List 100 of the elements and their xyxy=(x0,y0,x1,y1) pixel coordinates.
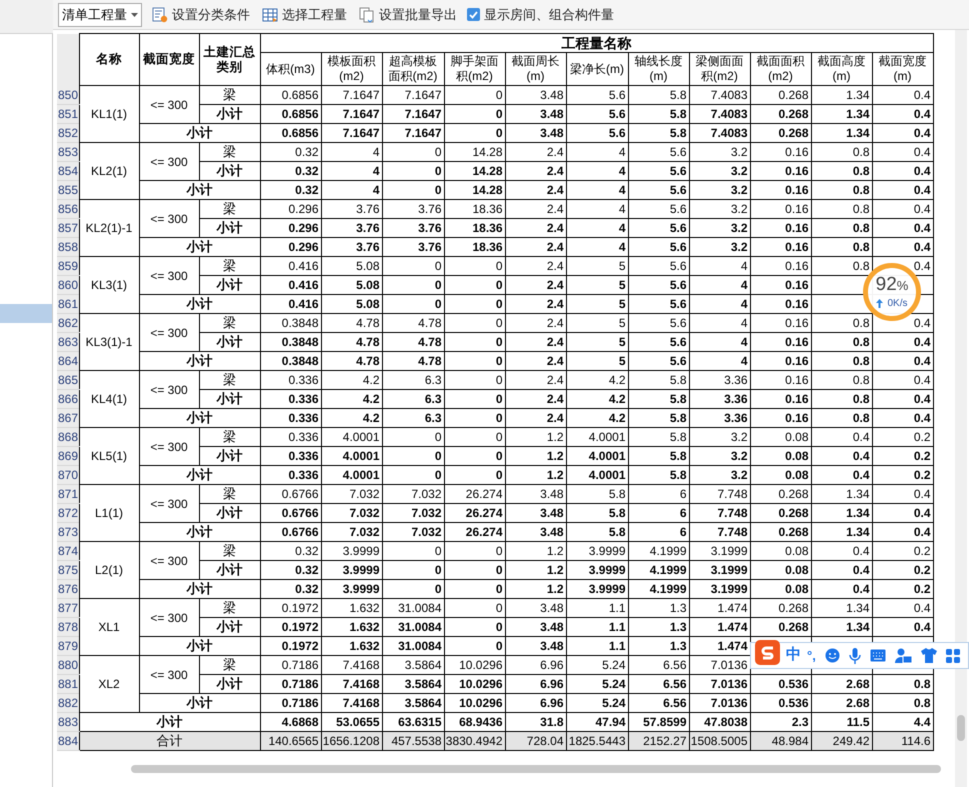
column-header[interactable]: 梁净长(m) xyxy=(566,52,628,86)
row-number: 857 xyxy=(57,218,79,238)
column-header[interactable]: 截面宽度 xyxy=(139,34,199,86)
table-cell: 0 xyxy=(444,390,505,408)
row-number: 861 xyxy=(57,294,79,314)
table-cell: 7.4168 xyxy=(321,656,382,674)
table-cell: 0 xyxy=(444,124,505,142)
column-header[interactable]: 截面高度(m) xyxy=(811,52,872,86)
table-cell: 26.274 xyxy=(444,522,505,542)
table-cell: 2152.27 xyxy=(628,732,689,750)
table-cell: 4 xyxy=(689,256,750,276)
column-header[interactable]: 脚手架面积(m2) xyxy=(444,52,505,86)
table-cell: 26.274 xyxy=(444,484,505,504)
table-cell: 0.8 xyxy=(811,200,872,218)
table-cell: 1.2 xyxy=(505,466,566,484)
user-card-icon[interactable] xyxy=(894,648,912,664)
table-cell: 3.36 xyxy=(689,408,750,428)
table-cell: 0.268 xyxy=(750,618,811,636)
table-cell: 小计 xyxy=(199,618,260,636)
checkbox[interactable] xyxy=(467,8,480,21)
toolbar-button[interactable]: 设置批量导出 xyxy=(357,2,459,26)
table-cell: 4 xyxy=(566,142,628,162)
table-cell: 2.4 xyxy=(505,218,566,238)
table-cell: 0 xyxy=(444,352,505,370)
table-cell: 0.16 xyxy=(750,332,811,352)
column-header[interactable]: 超高模板面积(m2) xyxy=(382,52,444,86)
table-cell: 1.34 xyxy=(811,124,872,142)
dropdown[interactable]: 清单工程量 xyxy=(58,2,142,26)
table-cell: 7.748 xyxy=(689,484,750,504)
table-cell: 0 xyxy=(444,276,505,294)
table-cell: 5.8 xyxy=(628,390,689,408)
microphone-icon[interactable] xyxy=(848,648,861,664)
table-cell: 0.4 xyxy=(872,408,933,428)
row-number: 863 xyxy=(57,332,79,352)
shirt-icon[interactable] xyxy=(920,648,937,663)
table-cell: 小计 xyxy=(199,162,260,180)
column-header[interactable]: 梁侧面面积(m2) xyxy=(689,52,750,86)
table-cell: 0.32 xyxy=(260,580,321,598)
row-number: 869 xyxy=(57,446,79,466)
table-cell: 0.16 xyxy=(750,200,811,218)
ime-logo[interactable] xyxy=(755,640,780,665)
table-cell: 3.2 xyxy=(689,238,750,256)
horizontal-scrollbar[interactable] xyxy=(131,765,941,773)
row-number: 868 xyxy=(57,428,79,446)
table-cell: 1.3 xyxy=(628,598,689,618)
table-cell: 3.2 xyxy=(689,466,750,484)
column-header[interactable]: 截面宽度(m) xyxy=(872,52,933,86)
column-header[interactable]: 截面面积(m2) xyxy=(750,52,811,86)
table-cell: 0 xyxy=(444,598,505,618)
table-cell: 小计 xyxy=(199,504,260,522)
table-cell: 0.4 xyxy=(872,86,933,104)
table-cell: 0 xyxy=(444,104,505,124)
grid-icon[interactable] xyxy=(946,648,960,662)
table-cell: 0.4 xyxy=(811,580,872,598)
table-cell: 3.2 xyxy=(689,200,750,218)
table-cell: 457.5538 xyxy=(382,732,444,750)
vertical-scrollbar[interactable] xyxy=(955,30,967,787)
column-header[interactable]: 轴线长度(m) xyxy=(628,52,689,86)
table-cell: 1.1 xyxy=(566,636,628,656)
column-header[interactable]: 工程量名称 xyxy=(260,34,933,52)
table-cell: 0.336 xyxy=(260,408,321,428)
table-cell: 14.28 xyxy=(444,162,505,180)
table-cell: 小计 xyxy=(139,180,260,200)
column-header[interactable]: 截面周长(m) xyxy=(505,52,566,86)
row-number: 874 xyxy=(57,542,79,560)
table-cell: 3.76 xyxy=(321,218,382,238)
toolbar-button[interactable]: 设置分类条件 xyxy=(150,2,252,26)
table-cell: 4 xyxy=(566,200,628,218)
table-cell: 3.76 xyxy=(321,200,382,218)
punctuation-button[interactable]: °, xyxy=(807,646,816,666)
table-cell: 2.4 xyxy=(505,408,566,428)
table-cell: 0.32 xyxy=(260,180,321,200)
table-cell: 3.48 xyxy=(505,636,566,656)
column-header[interactable]: 体积(m3) xyxy=(260,52,321,86)
table-cell: 0.4 xyxy=(872,370,933,390)
emoji-icon[interactable] xyxy=(824,648,840,663)
table-cell: 梁 xyxy=(199,256,260,276)
table-cell: 5.08 xyxy=(321,294,382,314)
scroll-thumb[interactable] xyxy=(957,715,965,741)
column-header[interactable]: 名称 xyxy=(79,34,139,86)
table-cell: 4.78 xyxy=(382,352,444,370)
table-cell: 0.7186 xyxy=(260,674,321,694)
column-header[interactable]: 模板面积(m2) xyxy=(321,52,382,86)
table-cell: 0 xyxy=(444,408,505,428)
keyboard-icon[interactable] xyxy=(870,649,886,662)
table-cell: 小计 xyxy=(139,466,260,484)
category-settings-icon xyxy=(152,6,168,22)
toolbar-button[interactable]: 选择工程量 xyxy=(260,2,349,26)
input-mode-button[interactable]: 中 xyxy=(786,644,801,667)
column-header[interactable]: 土建汇总类别 xyxy=(199,34,260,86)
table-cell: 3.36 xyxy=(689,390,750,408)
table-cell: 5 xyxy=(566,314,628,332)
checkbox-label[interactable]: 显示房间、组合构件量 xyxy=(484,4,614,24)
table-cell: 0.8 xyxy=(811,162,872,180)
row-number: 876 xyxy=(57,580,79,598)
table-cell: 10.0296 xyxy=(444,694,505,712)
table-cell: 4.78 xyxy=(321,332,382,352)
table-cell: 4.2 xyxy=(566,370,628,390)
row-number: 854 xyxy=(57,162,79,180)
row-number: 883 xyxy=(57,712,79,732)
